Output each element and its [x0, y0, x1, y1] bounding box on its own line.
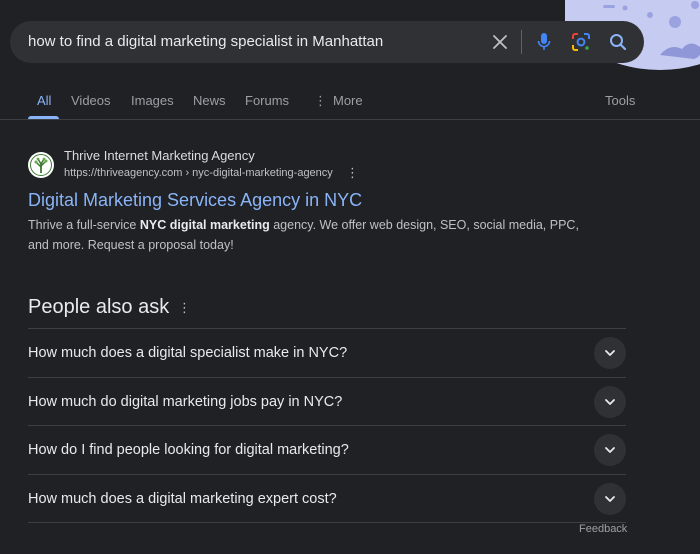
feedback-link[interactable]: Feedback — [579, 523, 627, 535]
tab-videos[interactable]: Videos — [71, 93, 111, 108]
paa-divider — [28, 522, 626, 523]
paa-question[interactable]: How do I find people looking for digital… — [28, 425, 626, 473]
paa-question-text: How much does a digital specialist make … — [28, 345, 348, 361]
result-site-name[interactable]: Thrive Internet Marketing Agency — [64, 148, 255, 163]
tab-more[interactable]: ⋮ More — [314, 93, 363, 109]
search-divider — [521, 30, 522, 54]
search-input[interactable]: how to find a digital marketing speciali… — [28, 33, 383, 50]
paa-question[interactable]: How much do digital marketing jobs pay i… — [28, 377, 626, 425]
snippet-text-start: Thrive a full-service — [28, 218, 140, 232]
result-url[interactable]: https://thriveagency.com › nyc-digital-m… — [64, 167, 333, 179]
result-title-link[interactable]: Digital Marketing Services Agency in NYC — [28, 190, 362, 211]
paa-question[interactable]: How much does a digital specialist make … — [28, 328, 626, 376]
tab-all[interactable]: All — [37, 93, 51, 108]
tab-news[interactable]: News — [193, 93, 226, 108]
tab-images[interactable]: Images — [131, 93, 174, 108]
paa-question[interactable]: How much does a digital marketing expert… — [28, 474, 626, 522]
tabs-divider — [0, 119, 700, 120]
paa-question-text: How much does a digital marketing expert… — [28, 491, 337, 507]
chevron-down-icon[interactable] — [594, 386, 626, 418]
lens-icon[interactable] — [569, 30, 593, 54]
paa-question-text: How much do digital marketing jobs pay i… — [28, 394, 343, 410]
paa-question-text: How do I find people looking for digital… — [28, 442, 349, 458]
snippet-bold: NYC digital marketing — [139, 218, 270, 232]
tab-more-label: More — [333, 93, 363, 108]
tools-button[interactable]: Tools — [605, 93, 635, 108]
chevron-down-icon[interactable] — [594, 434, 626, 466]
more-vert-icon: ⋮ — [314, 93, 327, 108]
search-icon[interactable] — [606, 30, 630, 54]
paa-menu-icon[interactable]: ⋮ — [178, 300, 191, 316]
microphone-icon[interactable] — [532, 30, 556, 54]
search-bar[interactable]: how to find a digital marketing speciali… — [10, 21, 644, 63]
paa-heading: People also ask — [28, 296, 170, 318]
result-snippet: Thrive a full-service NYC digital market… — [28, 215, 588, 255]
result-menu-icon[interactable]: ⋮ — [346, 165, 359, 181]
chevron-down-icon[interactable] — [594, 483, 626, 515]
chevron-down-icon[interactable] — [594, 337, 626, 369]
search-tabs: All Videos Images News Forums ⋮ More Tool… — [0, 90, 700, 120]
clear-icon[interactable] — [488, 30, 512, 54]
thrive-favicon[interactable] — [28, 152, 54, 178]
tab-forums[interactable]: Forums — [245, 93, 289, 108]
